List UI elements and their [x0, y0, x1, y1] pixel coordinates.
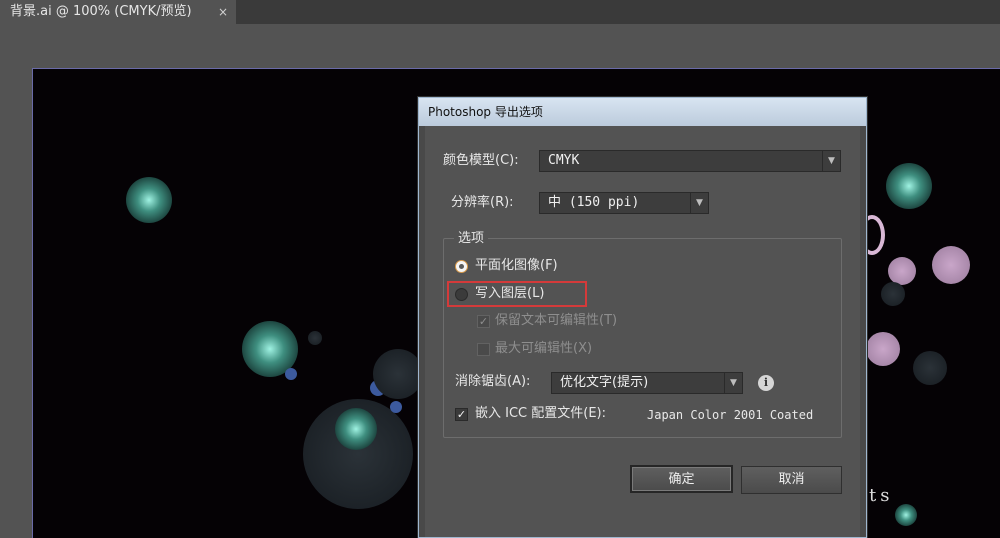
- anti-alias-value: 优化文字(提示): [560, 375, 649, 390]
- document-tab[interactable]: 背景.ai @ 100% (CMYK/预览) ×: [0, 0, 236, 24]
- flat-image-label: 平面化图像(F): [475, 258, 558, 273]
- bokeh-circle: [881, 282, 905, 306]
- artwork-text: ts: [869, 485, 894, 506]
- dialog-title: Photoshop 导出选项: [419, 98, 866, 126]
- max-editability-checkbox: [477, 343, 490, 356]
- document-tab-bar: 背景.ai @ 100% (CMYK/预览) ×: [0, 0, 1000, 24]
- bokeh-circle: [285, 368, 297, 380]
- color-model-select[interactable]: CMYK ▼: [539, 150, 841, 172]
- bokeh-circle: [886, 163, 932, 209]
- color-model-value: CMYK: [548, 153, 580, 168]
- color-model-label: 颜色模型(C):: [443, 153, 519, 168]
- document-tab-title: 背景.ai @ 100% (CMYK/预览): [10, 4, 192, 19]
- resolution-label: 分辨率(R):: [451, 195, 514, 210]
- photoshop-export-options-dialog: Photoshop 导出选项 颜色模型(C): CMYK ▼ 分辨率(R): 中…: [418, 97, 867, 538]
- bokeh-circle: [888, 257, 916, 285]
- anti-alias-select[interactable]: 优化文字(提示) ▼: [551, 372, 743, 394]
- info-icon[interactable]: i: [758, 375, 774, 391]
- bokeh-circle: [373, 349, 423, 399]
- resolution-select[interactable]: 中 (150 ppi) ▼: [539, 192, 709, 214]
- resolution-value: 中 (150 ppi): [548, 195, 640, 210]
- preserve-text-checkbox: ✓: [477, 315, 490, 328]
- options-group-title: 选项: [454, 230, 489, 248]
- bokeh-circle: [308, 331, 322, 345]
- flat-image-radio[interactable]: [455, 260, 468, 273]
- max-editability-label: 最大可编辑性(X): [495, 341, 593, 356]
- preserve-text-label: 保留文本可编辑性(T): [495, 313, 618, 328]
- ok-button[interactable]: 确定: [630, 465, 733, 493]
- bokeh-circle: [126, 177, 172, 223]
- close-icon[interactable]: ×: [218, 0, 228, 24]
- cancel-button[interactable]: 取消: [741, 466, 842, 494]
- embed-icc-label: 嵌入 ICC 配置文件(E):: [475, 406, 606, 421]
- highlight-box: [447, 281, 587, 307]
- chevron-down-icon: ▼: [724, 373, 742, 393]
- chevron-down-icon: ▼: [690, 193, 708, 213]
- bokeh-circle: [913, 351, 947, 385]
- embed-icc-checkbox[interactable]: ✓: [455, 408, 468, 421]
- bokeh-circle: [335, 408, 377, 450]
- chevron-down-icon: ▼: [822, 151, 840, 171]
- bokeh-circle: [932, 246, 970, 284]
- dialog-body: 颜色模型(C): CMYK ▼ 分辨率(R): 中 (150 ppi) ▼ 选项…: [425, 126, 860, 537]
- bokeh-circle: [895, 504, 917, 526]
- bokeh-circle: [866, 332, 900, 366]
- bokeh-circle: [390, 401, 402, 413]
- anti-alias-label: 消除锯齿(A):: [455, 374, 531, 389]
- embed-icc-profile: Japan Color 2001 Coated: [647, 408, 814, 422]
